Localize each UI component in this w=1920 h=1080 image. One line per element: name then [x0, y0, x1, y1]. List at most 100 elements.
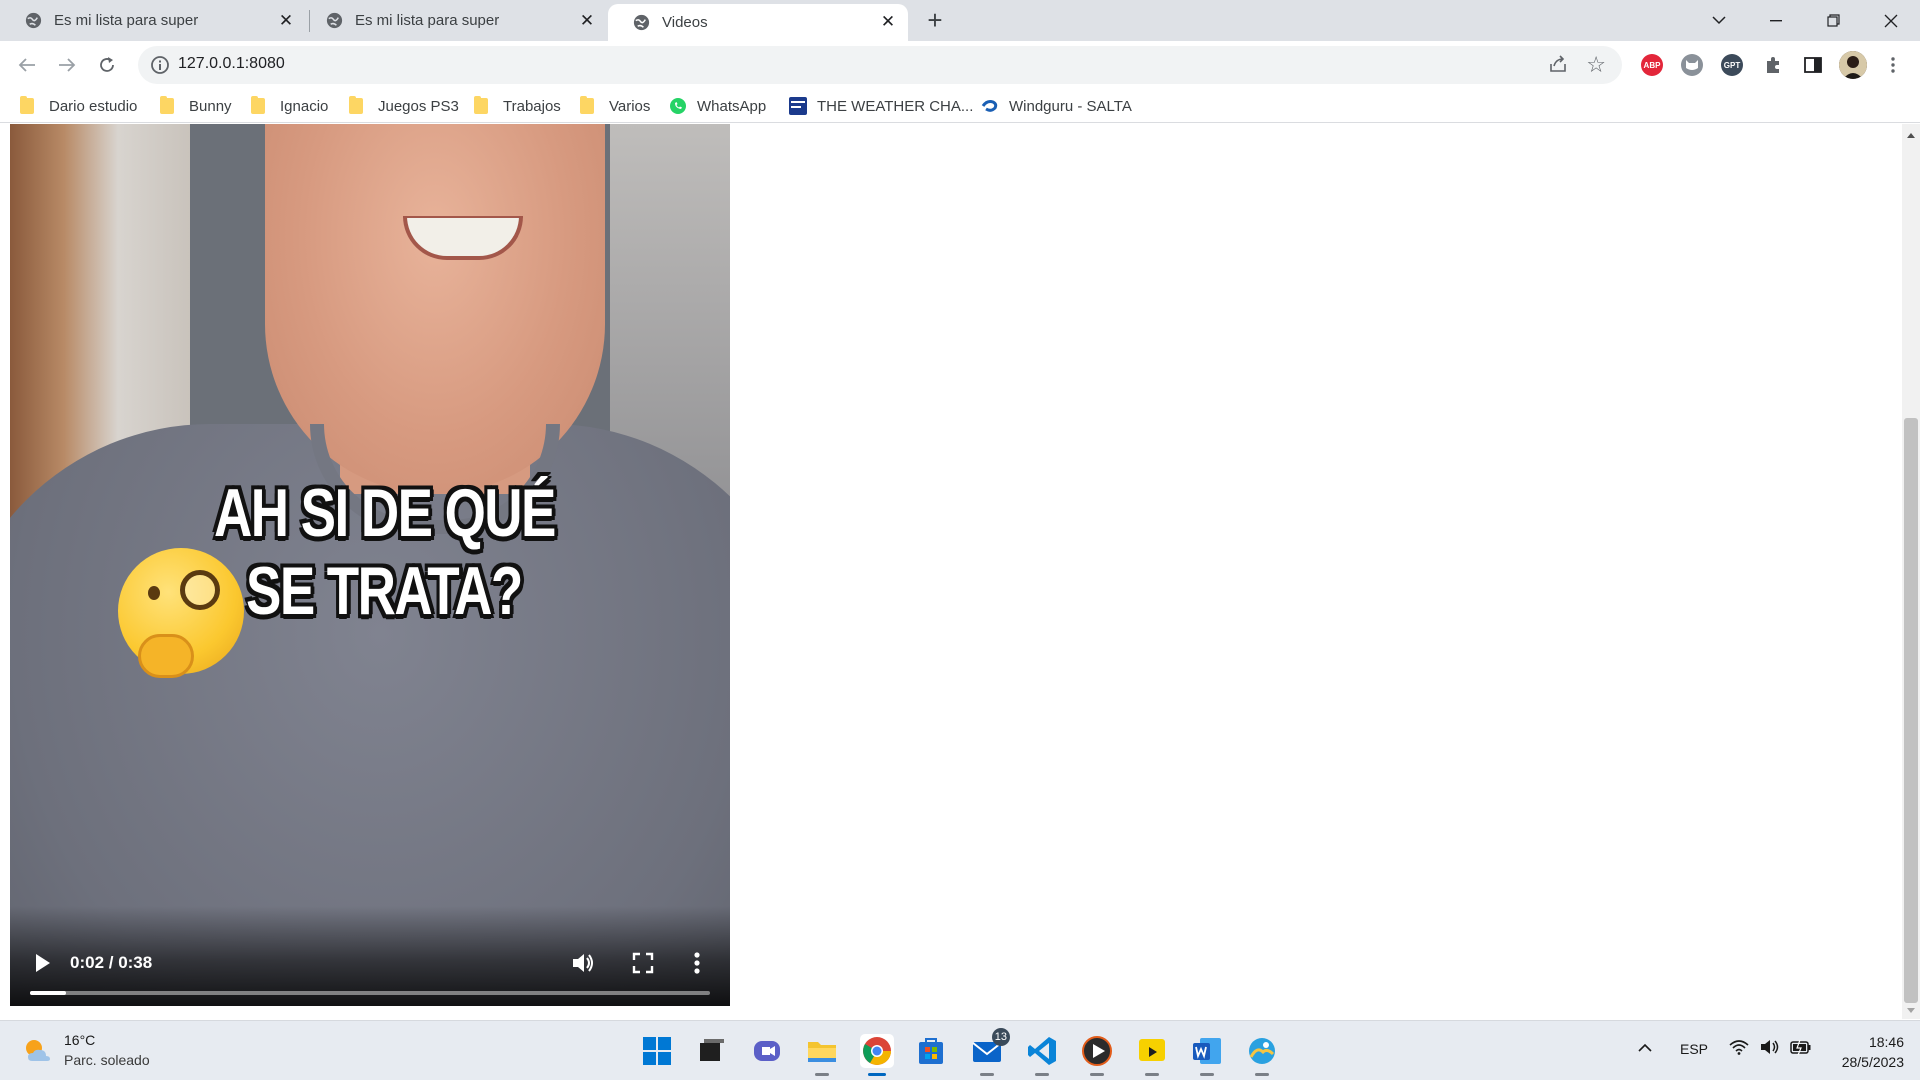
extensions-puzzle-icon[interactable]: [1759, 51, 1787, 79]
bookmark-link[interactable]: THE WEATHER CHA...: [789, 95, 973, 117]
bookmark-folder[interactable]: Juegos PS3: [349, 95, 459, 117]
side-panel-icon[interactable]: [1799, 51, 1827, 79]
bookmark-folder[interactable]: Dario estudio: [20, 95, 137, 117]
battery-charging-icon[interactable]: [1790, 1039, 1812, 1058]
site-info-icon[interactable]: [150, 55, 170, 75]
page-scrollbar[interactable]: [1902, 124, 1920, 1019]
folder-icon: [20, 96, 34, 114]
more-options-icon[interactable]: [692, 950, 702, 976]
media-player-icon[interactable]: [1080, 1034, 1114, 1076]
video-caption-line2: SE TRATA?: [246, 553, 523, 629]
bookmark-link[interactable]: WhatsApp: [669, 95, 766, 117]
input-language[interactable]: ESP: [1680, 1041, 1708, 1057]
task-view-icon[interactable]: [694, 1034, 728, 1068]
tab-title: Es mi lista para super: [54, 12, 199, 29]
weather-condition[interactable]: Parc. soleado: [64, 1052, 150, 1068]
windguru-icon: [981, 100, 998, 112]
microsoft-store-icon[interactable]: [914, 1034, 948, 1068]
tab-strip: Es mi lista para super ✕ Es mi lista par…: [0, 0, 1920, 41]
tab-search-chevron-icon[interactable]: [1690, 0, 1748, 41]
play-icon[interactable]: [30, 950, 54, 976]
video-player[interactable]: AH SI DE QUÉ SE TRATA? 0:02 / 0:38: [10, 124, 730, 1006]
globe-icon: [25, 12, 42, 29]
scrollbar-thumb[interactable]: [1904, 418, 1918, 1003]
weather-temperature[interactable]: 16°C: [64, 1032, 95, 1048]
bookmark-label: Juegos PS3: [378, 97, 459, 115]
tab-close-icon[interactable]: ✕: [274, 9, 298, 33]
new-tab-button[interactable]: +: [922, 7, 948, 34]
volume-tray-icon[interactable]: [1760, 1039, 1780, 1058]
bookmark-label: Dario estudio: [49, 97, 138, 115]
bookmark-label: Ignacio: [280, 97, 329, 115]
video-caption-line1: AH SI DE QUÉ: [214, 475, 556, 551]
system-clock[interactable]: 18:46 28/5/2023: [1842, 1032, 1904, 1072]
video-time-display: 0:02 / 0:38: [70, 953, 153, 972]
folder-icon: [580, 96, 594, 114]
browser-tab-active[interactable]: Videos ✕: [608, 4, 908, 41]
bookmark-label: THE WEATHER CHA...: [817, 97, 974, 115]
minimize-button[interactable]: [1747, 0, 1805, 41]
bookmark-label: WhatsApp: [697, 97, 767, 115]
close-window-button[interactable]: [1862, 0, 1920, 41]
whatsapp-icon: [670, 98, 686, 114]
photos-icon[interactable]: [1245, 1034, 1279, 1076]
bookmark-star-icon[interactable]: ☆: [1586, 52, 1606, 78]
bookmark-link[interactable]: Windguru - SALTA: [981, 95, 1132, 117]
adblock-plus-icon[interactable]: ABP: [1641, 54, 1663, 76]
bookmark-label: Bunny: [189, 97, 232, 115]
url-text[interactable]: 127.0.0.1:8080: [178, 55, 285, 73]
reload-button[interactable]: [93, 51, 121, 79]
browser-tab[interactable]: Es mi lista para super ✕: [0, 0, 306, 41]
bookmark-label: Trabajos: [503, 97, 561, 115]
browser-tab[interactable]: Es mi lista para super ✕: [301, 0, 607, 41]
back-button[interactable]: [13, 51, 41, 79]
chatgpt-extension-icon[interactable]: GPT: [1721, 54, 1743, 76]
chrome-menu-icon[interactable]: [1879, 51, 1907, 79]
show-hidden-icons-chevron-icon[interactable]: [1638, 1039, 1652, 1055]
slides-player-icon[interactable]: [1135, 1034, 1169, 1076]
teams-chat-icon[interactable]: [750, 1034, 784, 1068]
windows-taskbar: 16°C Parc. soleado 13 ESP 18:46 28/5/202…: [0, 1020, 1920, 1080]
weather-channel-icon: [789, 97, 807, 115]
page-content: AH SI DE QUÉ SE TRATA? 0:02 / 0:38: [0, 124, 1902, 1019]
restore-button[interactable]: [1804, 0, 1862, 41]
scroll-up-arrow-icon[interactable]: [1907, 133, 1915, 138]
tab-close-icon[interactable]: ✕: [575, 9, 599, 33]
video-progress-fill: [30, 991, 67, 995]
clock-time: 18:46: [1868, 1034, 1904, 1050]
forward-button[interactable]: [53, 51, 81, 79]
mail-icon[interactable]: 13: [970, 1028, 1010, 1076]
globe-icon: [633, 14, 650, 31]
vscode-icon[interactable]: [1025, 1034, 1059, 1076]
folder-icon: [474, 96, 488, 114]
tab-title: Videos: [662, 14, 708, 31]
bookmark-label: Windguru - SALTA: [1009, 97, 1132, 115]
bookmark-folder[interactable]: Ignacio: [251, 95, 328, 117]
folder-icon: [349, 96, 363, 114]
bookmark-folder[interactable]: Varios: [580, 95, 650, 117]
address-bar[interactable]: 127.0.0.1:8080 ☆: [138, 46, 1622, 84]
tab-title: Es mi lista para super: [355, 12, 500, 29]
share-icon[interactable]: [1548, 54, 1568, 74]
video-controls: 0:02 / 0:38: [10, 906, 730, 1006]
wifi-icon[interactable]: [1729, 1039, 1749, 1058]
bookmarks-bar: Dario estudio Bunny Ignacio Juegos PS3 T…: [0, 89, 1920, 123]
start-menu-icon[interactable]: [640, 1034, 674, 1068]
profile-avatar[interactable]: [1839, 51, 1867, 79]
thinking-face-monocle-emoji-icon: [118, 548, 244, 678]
file-explorer-icon[interactable]: [805, 1034, 839, 1076]
video-progress-bar[interactable]: [30, 991, 710, 995]
folder-icon: [251, 96, 265, 114]
scroll-down-arrow-icon[interactable]: [1907, 1008, 1915, 1013]
browser-toolbar: 127.0.0.1:8080 ☆ ABP GPT: [0, 41, 1920, 89]
bookmark-folder[interactable]: Trabajos: [474, 95, 561, 117]
chrome-icon[interactable]: [860, 1034, 894, 1076]
word-icon[interactable]: [1190, 1034, 1224, 1076]
partly-sunny-weather-icon[interactable]: [22, 1035, 54, 1067]
fullscreen-icon[interactable]: [630, 950, 656, 976]
tab-close-icon[interactable]: ✕: [876, 10, 900, 34]
bookmark-folder[interactable]: Bunny: [160, 95, 232, 117]
mail-unread-badge: 13: [991, 1028, 1010, 1046]
volume-icon[interactable]: [570, 950, 596, 976]
cat-extension-icon[interactable]: [1681, 54, 1703, 76]
